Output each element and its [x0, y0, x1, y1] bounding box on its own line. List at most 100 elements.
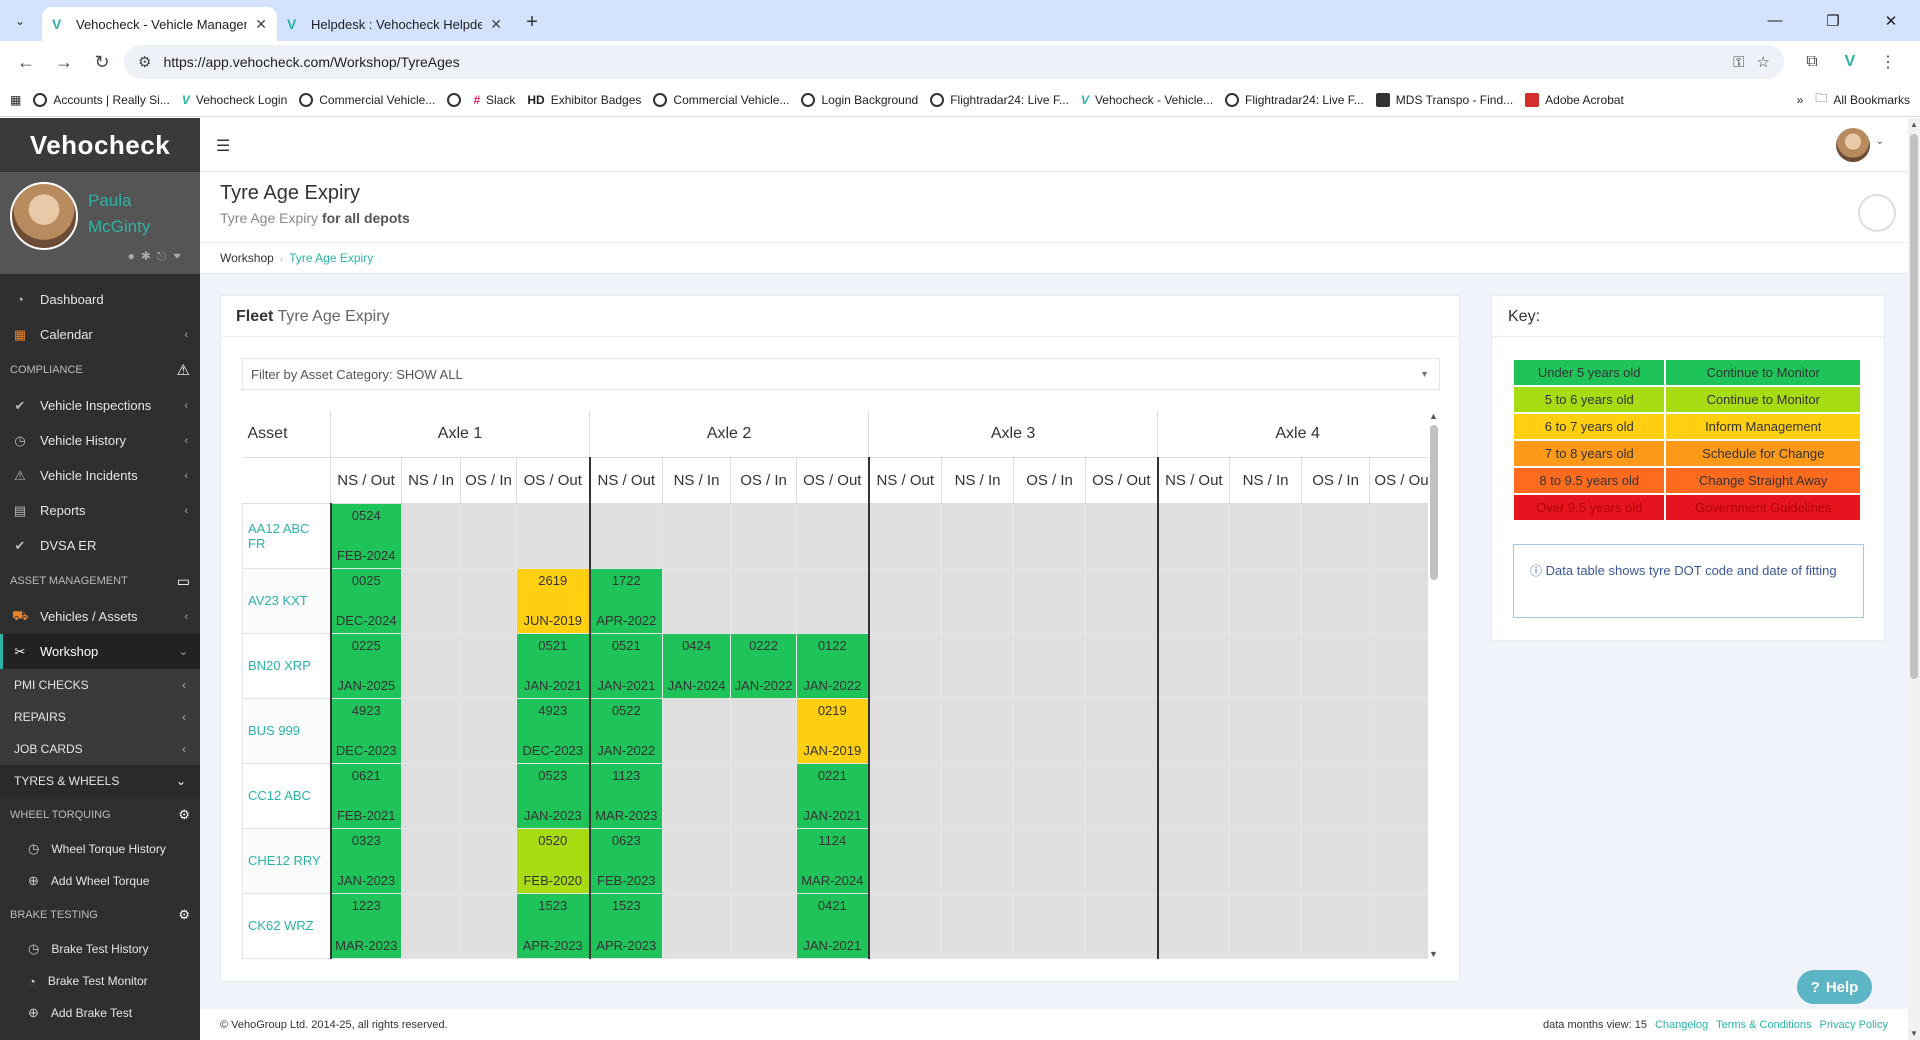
bookmark-star-icon[interactable]: ☆ [1757, 53, 1770, 71]
asset-link[interactable]: BUS 999 [242, 697, 331, 764]
vehocheck-extension-icon[interactable]: V [1836, 48, 1864, 76]
bookmark-item[interactable]: HD Exhibitor Badges [527, 93, 641, 107]
browser-tab-helpdesk[interactable]: V Helpdesk : Vehocheck Helpdesk ✕ [277, 7, 512, 41]
asset-link[interactable]: AA12 ABC FR [242, 502, 331, 569]
asset-link[interactable]: AV23 KXT [242, 567, 331, 634]
bookmark-item[interactable]: Commercial Vehicle... [299, 92, 435, 107]
bookmark-item[interactable] [447, 92, 462, 107]
scroll-down-icon[interactable]: ▼ [1429, 949, 1438, 959]
scroll-up-icon[interactable]: ▲ [1910, 120, 1918, 129]
help-button[interactable]: ? Help [1797, 970, 1872, 1004]
tyre-cell[interactable]: 0424 JAN-2024 [662, 632, 732, 699]
tyre-cell[interactable]: 0524 FEB-2024 [329, 502, 402, 569]
close-window-icon[interactable]: ✕ [1862, 0, 1920, 41]
tyre-cell[interactable]: 0222 JAN-2022 [730, 632, 798, 699]
all-bookmarks-button[interactable]: 🗀 All Bookmarks [1815, 89, 1910, 110]
sidebar-item-wheel-torque-history[interactable]: ◷ Wheel Torque History [0, 833, 200, 865]
sidebar-item-vehicle-inspections[interactable]: ✔ Vehicle Inspections ‹ [0, 388, 200, 423]
bookmark-item[interactable]: Commercial Vehicle... [653, 92, 789, 107]
new-tab-icon[interactable]: + [518, 9, 546, 37]
grid-scrollbar[interactable]: ▲ ▼ [1429, 411, 1438, 959]
bookmark-item[interactable]: Adobe Acrobat [1525, 92, 1624, 107]
logout-icon[interactable]: ⎋ [157, 249, 173, 263]
sidebar-item-job-cards[interactable]: JOB CARDS ‹ [0, 733, 200, 765]
tyre-grid[interactable]: Asset Axle 1 Axle 2 Axle 3 Axle 4 NS / O… [242, 411, 1428, 959]
page-scrollbar[interactable]: ▲ ▼ [1908, 118, 1920, 1040]
menu-toggle-icon[interactable]: ☰ [216, 136, 230, 156]
bookmark-item[interactable]: V Vehocheck - Vehicle... [1081, 93, 1213, 107]
tyre-cell[interactable]: 4923 DEC-2023 [329, 697, 402, 764]
tyre-cell[interactable]: 0323 JAN-2023 [329, 827, 402, 894]
scroll-down-icon[interactable]: ▼ [1910, 1029, 1918, 1038]
bookmark-item[interactable]: # Slack [473, 93, 515, 107]
tyre-cell[interactable]: 2619 JUN-2019 [515, 567, 591, 634]
sidebar-item-add-brake-test[interactable]: ⊕ Add Brake Test [0, 997, 200, 1029]
extensions-icon[interactable]: ⧉ [1798, 48, 1826, 76]
tyre-cell[interactable]: 0025 DEC-2024 [329, 567, 402, 634]
address-bar[interactable]: ⚙ https://app.vehocheck.com/Workshop/Tyr… [124, 45, 1784, 79]
close-tab-icon[interactable]: ✕ [255, 16, 267, 33]
tyre-cell[interactable]: 1124 MAR-2024 [796, 827, 870, 894]
chevron-down-icon[interactable]: ⌄ [1876, 136, 1884, 147]
vehocheck-logo[interactable]: Vehocheck [0, 118, 200, 172]
sidebar-item-brake-test-monitor[interactable]: ◔ Brake Test Monitor [0, 965, 200, 997]
breadcrumb-workshop[interactable]: Workshop [220, 251, 274, 265]
sidebar-item-dashboard[interactable]: ◔ Dashboard [0, 282, 200, 317]
avatar[interactable] [1836, 128, 1870, 162]
restore-icon[interactable]: ❐ [1804, 0, 1862, 41]
sidebar-item-brake-test-history[interactable]: ◷ Brake Test History [0, 933, 200, 965]
tyre-cell[interactable]: 0521 JAN-2021 [588, 632, 664, 699]
settings-icon[interactable]: ✱ [141, 249, 157, 263]
bookmark-item[interactable]: Flightradar24: Live F... [1225, 92, 1364, 107]
password-key-icon[interactable]: ⚿ [1733, 54, 1744, 71]
scrollbar-thumb[interactable] [1910, 134, 1918, 679]
user-icon[interactable]: ● [128, 249, 141, 263]
tyre-cell[interactable]: 0122 JAN-2022 [796, 632, 870, 699]
sidebar-item-calendar[interactable]: ▦ Calendar ‹ [0, 317, 200, 352]
scrollbar-thumb[interactable] [1430, 425, 1438, 580]
bookmark-item[interactable]: V Vehocheck Login [182, 93, 287, 107]
more-bookmarks-icon[interactable]: » [1797, 93, 1804, 107]
tyre-cell[interactable]: 0523 JAN-2023 [515, 762, 591, 829]
tyre-cell[interactable]: 0221 JAN-2021 [796, 762, 870, 829]
tyre-cell[interactable]: 0522 JAN-2022 [588, 697, 664, 764]
tyre-cell[interactable]: 0520 FEB-2020 [515, 827, 591, 894]
sidebar-item-pmi-checks[interactable]: PMI CHECKS ‹ [0, 669, 200, 701]
tyre-cell[interactable]: 1123 MAR-2023 [588, 762, 664, 829]
tyre-cell[interactable]: 0623 FEB-2023 [588, 827, 664, 894]
tyre-cell[interactable]: 1223 MAR-2023 [329, 892, 402, 959]
tyre-cell[interactable]: 1722 APR-2022 [588, 567, 664, 634]
tyre-cell[interactable]: 0225 JAN-2025 [329, 632, 402, 699]
sidebar-item-add-wheel-torque[interactable]: ⊕ Add Wheel Torque [0, 865, 200, 897]
tyre-cell[interactable]: 4923 DEC-2023 [515, 697, 591, 764]
sidebar-item-reports[interactable]: ▤ Reports ‹ [0, 493, 200, 528]
tyre-cell[interactable]: 0219 JAN-2019 [796, 697, 870, 764]
bookmark-item[interactable]: Login Background [801, 92, 918, 107]
asset-link[interactable]: CK62 WRZ [242, 892, 331, 959]
browser-menu-icon[interactable]: ⋮ [1874, 48, 1902, 76]
apps-grid-icon[interactable]: ▦ [10, 93, 21, 107]
sidebar-item-vehicles-assets[interactable]: ⛟ Vehicles / Assets ‹ [0, 599, 200, 634]
terms-link[interactable]: Terms & Conditions [1716, 1019, 1811, 1031]
tyre-cell[interactable]: 1523 APR-2023 [588, 892, 664, 959]
tyre-cell[interactable]: 0421 JAN-2021 [796, 892, 870, 959]
tab-search-icon[interactable]: ⌄ [8, 9, 32, 33]
scroll-up-icon[interactable]: ▲ [1429, 411, 1438, 421]
sidebar-item-vehicle-history[interactable]: ◷ Vehicle History ‹ [0, 423, 200, 458]
sidebar-item-dvsa-er[interactable]: ✔ DVSA ER [0, 528, 200, 563]
asset-category-filter[interactable]: Filter by Asset Category: SHOW ALL ▼ [242, 358, 1440, 390]
browser-tab-vehocheck[interactable]: V Vehocheck - Vehicle Management ✕ [42, 7, 277, 41]
tyre-cell[interactable]: 0621 FEB-2021 [329, 762, 402, 829]
bookmark-item[interactable]: Flightradar24: Live F... [930, 92, 1069, 107]
reload-icon[interactable]: ↻ [86, 46, 118, 78]
privacy-link[interactable]: Privacy Policy [1820, 1019, 1888, 1031]
sidebar-item-tyres-wheels[interactable]: TYRES & WHEELS ⌄ [0, 765, 200, 797]
sidebar-item-workshop[interactable]: ✂ Workshop ⌄ [0, 634, 200, 669]
tyre-cell[interactable]: 0521 JAN-2021 [515, 632, 591, 699]
asset-link[interactable]: BN20 XRP [242, 632, 331, 699]
minimize-icon[interactable]: — [1746, 0, 1804, 41]
tyre-cell[interactable]: 1523 APR-2023 [515, 892, 591, 959]
asset-link[interactable]: CC12 ABC [242, 762, 331, 829]
site-info-icon[interactable]: ⚙ [138, 53, 151, 71]
sidebar-item-repairs[interactable]: REPAIRS ‹ [0, 701, 200, 733]
